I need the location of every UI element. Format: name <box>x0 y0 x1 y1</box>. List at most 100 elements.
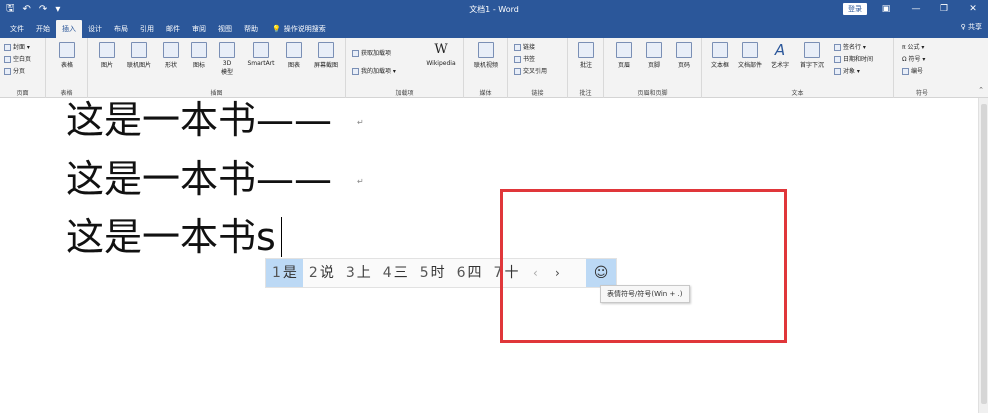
tell-me-search[interactable]: 💡 操作说明搜索 <box>264 20 326 38</box>
textbox-button[interactable]: 文本框 <box>706 42 734 69</box>
ime-candidate-text: 时 <box>430 265 445 281</box>
document-line-2: 这是一本书—— <box>66 157 333 201</box>
header-icon <box>616 42 632 58</box>
chart-button[interactable]: 图表 <box>282 42 306 69</box>
link-icon <box>514 44 521 51</box>
group-pages: 封面 ▾ 空白页 分页 页面 <box>0 38 46 98</box>
paragraph-mark: ↵ <box>357 118 364 127</box>
window-title: 文档1 - Word <box>469 4 519 14</box>
page-number-button[interactable]: 页码 <box>670 42 698 69</box>
calendar-icon <box>834 56 841 63</box>
highlight-annotation-box <box>500 189 787 343</box>
blank-page-button[interactable]: 空白页 <box>4 54 31 63</box>
tab-6[interactable]: 邮件 <box>160 20 186 38</box>
picture-icon <box>99 42 115 58</box>
smartart-button[interactable]: SmartArt <box>242 42 280 67</box>
footer-button[interactable]: 页脚 <box>640 42 668 69</box>
collapse-ribbon-icon[interactable]: ⌃ <box>978 86 984 94</box>
bookmark-button[interactable]: 书签 <box>514 54 535 63</box>
tab-0[interactable]: 文件 <box>4 20 30 38</box>
drop-cap-button[interactable]: 首字下沉 <box>796 42 828 69</box>
redo-icon[interactable]: ↷ <box>39 4 47 15</box>
restore-button[interactable]: ❐ <box>931 0 957 18</box>
get-addins-button[interactable]: 获取加载项 <box>352 48 391 57</box>
icons-button[interactable]: 图标 <box>186 42 212 69</box>
save-icon[interactable]: 🖫 <box>6 1 15 18</box>
picture-button[interactable]: 图片 <box>94 42 120 69</box>
group-label-addins: 加载项 <box>395 90 414 97</box>
ime-candidate[interactable]: 6四 <box>451 259 488 287</box>
date-time-button[interactable]: 日期和时间 <box>834 54 873 63</box>
ime-candidate[interactable]: 1是 <box>266 259 303 287</box>
table-button[interactable]: 表格 <box>54 42 80 69</box>
comment-button[interactable]: 批注 <box>573 42 599 69</box>
page-number-icon <box>676 42 692 58</box>
undo-icon[interactable]: ↶ <box>23 4 31 15</box>
close-button[interactable]: ✕ <box>960 0 986 18</box>
group-label-header-footer: 页眉和页脚 <box>637 90 668 97</box>
group-label-illustrations: 插图 <box>210 90 223 97</box>
tab-8[interactable]: 视图 <box>212 20 238 38</box>
group-label-text: 文本 <box>791 90 804 97</box>
group-label-media: 媒体 <box>479 90 492 97</box>
comment-icon <box>578 42 594 58</box>
ime-candidate-number: 5 <box>419 265 429 281</box>
scrollbar-thumb[interactable] <box>981 104 987 404</box>
object-button[interactable]: 对象 ▾ <box>834 66 860 75</box>
signin-button[interactable]: 登录 <box>843 3 867 15</box>
tab-7[interactable]: 审阅 <box>186 20 212 38</box>
ribbon-display-icon[interactable]: ▣ <box>873 0 899 18</box>
wikipedia-button[interactable]: W Wikipedia <box>422 42 460 67</box>
ime-candidate[interactable]: 5时 <box>414 259 451 287</box>
tab-4[interactable]: 布局 <box>108 20 134 38</box>
equation-button[interactable]: π 公式 ▾ <box>902 42 924 51</box>
shapes-button[interactable]: 形状 <box>158 42 184 69</box>
drop-cap-icon <box>804 42 820 58</box>
ime-candidate-text: 是 <box>282 265 297 281</box>
tab-3[interactable]: 设计 <box>82 20 108 38</box>
footer-icon <box>646 42 662 58</box>
ime-candidate[interactable]: 2说 <box>303 259 340 287</box>
group-label-links: 链接 <box>531 90 544 97</box>
ime-candidate[interactable]: 3上 <box>340 259 377 287</box>
share-button[interactable]: ♀ 共享 <box>961 18 982 36</box>
signature-line-button[interactable]: 签名行 ▾ <box>834 42 866 51</box>
ime-candidate-number: 4 <box>382 265 392 281</box>
group-label-tables: 表格 <box>60 90 73 97</box>
tell-me-label: 操作说明搜索 <box>283 25 326 33</box>
tab-9[interactable]: 帮助 <box>238 20 264 38</box>
group-addins: 获取加载项 我的加载项 ▾ W Wikipedia 加载项 <box>346 38 464 98</box>
tab-5[interactable]: 引用 <box>134 20 160 38</box>
vertical-scrollbar[interactable] <box>978 98 988 413</box>
symbol-button[interactable]: Ω 符号 ▾ <box>902 54 925 63</box>
header-button[interactable]: 页眉 <box>610 42 638 69</box>
wordart-icon: A <box>774 41 786 59</box>
tab-2[interactable]: 插入 <box>56 20 82 38</box>
group-header-footer: 页眉 页脚 页码 页眉和页脚 <box>604 38 702 98</box>
table-icon <box>59 42 75 58</box>
document-line-1: 这是一本书—— <box>66 98 333 142</box>
cross-reference-icon <box>514 68 521 75</box>
numbering-button[interactable]: 编号 <box>902 66 923 75</box>
cover-page-button[interactable]: 封面 ▾ <box>4 42 30 51</box>
my-addins-button[interactable]: 我的加载项 ▾ <box>352 66 396 75</box>
ime-candidate-text: 说 <box>319 265 334 281</box>
wordart-button[interactable]: A 艺术字 <box>766 42 794 69</box>
page-break-button[interactable]: 分页 <box>4 66 25 75</box>
group-symbols: π 公式 ▾ Ω 符号 ▾ 编号 符号 <box>894 38 950 98</box>
addins-icon <box>352 68 359 75</box>
link-button[interactable]: 链接 <box>514 42 535 51</box>
online-video-button[interactable]: 联机视频 <box>470 42 502 69</box>
cross-reference-button[interactable]: 交叉引用 <box>514 66 547 75</box>
tab-1[interactable]: 开始 <box>30 20 56 38</box>
3d-models-button[interactable]: 3D 模型 <box>214 42 240 76</box>
quick-parts-button[interactable]: 文档部件 <box>736 42 764 69</box>
ime-candidate[interactable]: 4三 <box>377 259 414 287</box>
online-picture-button[interactable]: 联机图片 <box>122 42 156 69</box>
screenshot-button[interactable]: 屏幕截图 <box>308 42 344 69</box>
customize-qat-icon[interactable]: ▾ <box>55 4 60 15</box>
group-label-comments: 批注 <box>579 90 592 97</box>
group-media: 联机视频 媒体 <box>464 38 508 98</box>
minimize-button[interactable]: — <box>903 0 929 18</box>
textbox-icon <box>712 42 728 58</box>
